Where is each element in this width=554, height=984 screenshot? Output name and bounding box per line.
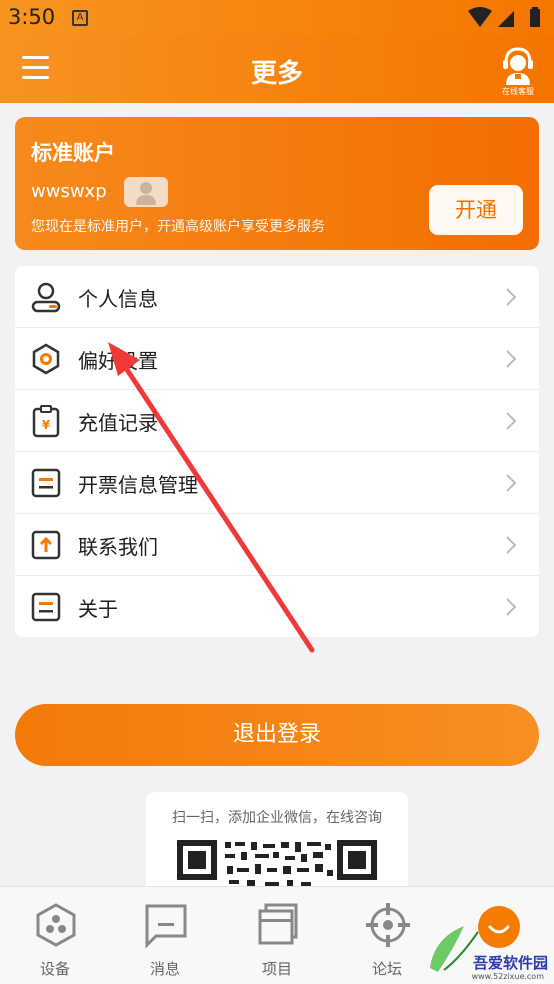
menu-item-about[interactable]: 关于 — [15, 576, 539, 638]
forum-icon — [366, 903, 410, 947]
tab-label: 项目 — [261, 960, 292, 978]
menu-item-recharge-records[interactable]: ¥ 充值记录 — [15, 390, 539, 452]
watermark-url: www.52zixue.com — [471, 972, 544, 981]
menu-item-label: 个人信息 — [78, 287, 158, 311]
chevron-right-icon — [506, 412, 517, 430]
qr-code-image — [177, 840, 377, 886]
settings-icon — [32, 343, 60, 375]
battery-icon — [530, 9, 540, 27]
system-status-icons — [468, 7, 540, 27]
avatar[interactable] — [124, 177, 168, 207]
project-icon — [258, 903, 298, 945]
tab-projects[interactable]: 项目 — [222, 887, 332, 984]
tab-messages[interactable]: 消息 — [110, 887, 220, 984]
message-icon — [145, 904, 187, 949]
tab-label: 设备 — [39, 960, 70, 978]
menu-item-personal-info[interactable]: 个人信息 — [15, 266, 539, 328]
invoice-icon — [31, 468, 61, 498]
menu-item-label: 充值记录 — [78, 411, 158, 435]
open-premium-button[interactable]: 开通 — [429, 185, 523, 235]
menu-item-contact-us[interactable]: 联系我们 — [15, 514, 539, 576]
chevron-right-icon — [506, 350, 517, 368]
qr-caption: 扫一扫，添加企业微信，在线咨询 — [172, 810, 382, 826]
svg-text:¥: ¥ — [42, 418, 51, 432]
qr-code-card: 扫一扫，添加企业微信，在线咨询 — [146, 792, 408, 892]
username: wwswxp — [31, 181, 107, 202]
watermark-text: 吾爱软件园 — [472, 954, 548, 972]
online-service-button[interactable]: 在线客服 — [500, 45, 536, 96]
settings-menu-list: 个人信息 偏好设置 ¥ 充值记录 开票信息管理 联系我们 关于 — [15, 266, 539, 637]
about-icon — [31, 592, 61, 622]
recharge-icon: ¥ — [32, 405, 60, 438]
wifi-icon — [468, 7, 492, 27]
account-card: 标准账户 wwswxp 您现在是标准用户，开通高级账户享受更多服务 开通 — [15, 117, 539, 250]
status-time: 3:50 — [8, 5, 56, 29]
watermark: 吾爱软件园 www.52zixue.com — [424, 904, 554, 984]
contact-icon — [31, 530, 61, 560]
chevron-right-icon — [506, 536, 517, 554]
device-icon — [36, 903, 76, 947]
menu-item-label: 关于 — [78, 597, 118, 621]
notification-icon: A — [72, 10, 88, 26]
menu-item-preferences[interactable]: 偏好设置 — [15, 328, 539, 390]
tab-device[interactable]: 设备 — [0, 887, 110, 984]
account-title: 标准账户 — [31, 141, 115, 165]
menu-item-label: 开票信息管理 — [78, 473, 198, 497]
menu-item-invoice-management[interactable]: 开票信息管理 — [15, 452, 539, 514]
chevron-right-icon — [506, 288, 517, 306]
app-bar: 更多 在线客服 — [0, 36, 554, 103]
signal-icon — [498, 11, 514, 27]
person-icon — [31, 282, 61, 313]
tab-label: 消息 — [149, 960, 180, 978]
avatar-placeholder-icon — [136, 182, 156, 205]
status-bar: 3:50 A — [0, 0, 554, 36]
chevron-right-icon — [506, 598, 517, 616]
page-title: 更多 — [250, 59, 303, 89]
chevron-right-icon — [506, 474, 517, 492]
logout-button[interactable]: 退出登录 — [15, 704, 539, 766]
account-description: 您现在是标准用户，开通高级账户享受更多服务 — [31, 219, 325, 235]
menu-item-label: 偏好设置 — [78, 349, 158, 373]
menu-item-label: 联系我们 — [78, 535, 158, 559]
service-label: 在线客服 — [502, 87, 534, 96]
customer-service-icon — [503, 47, 533, 85]
